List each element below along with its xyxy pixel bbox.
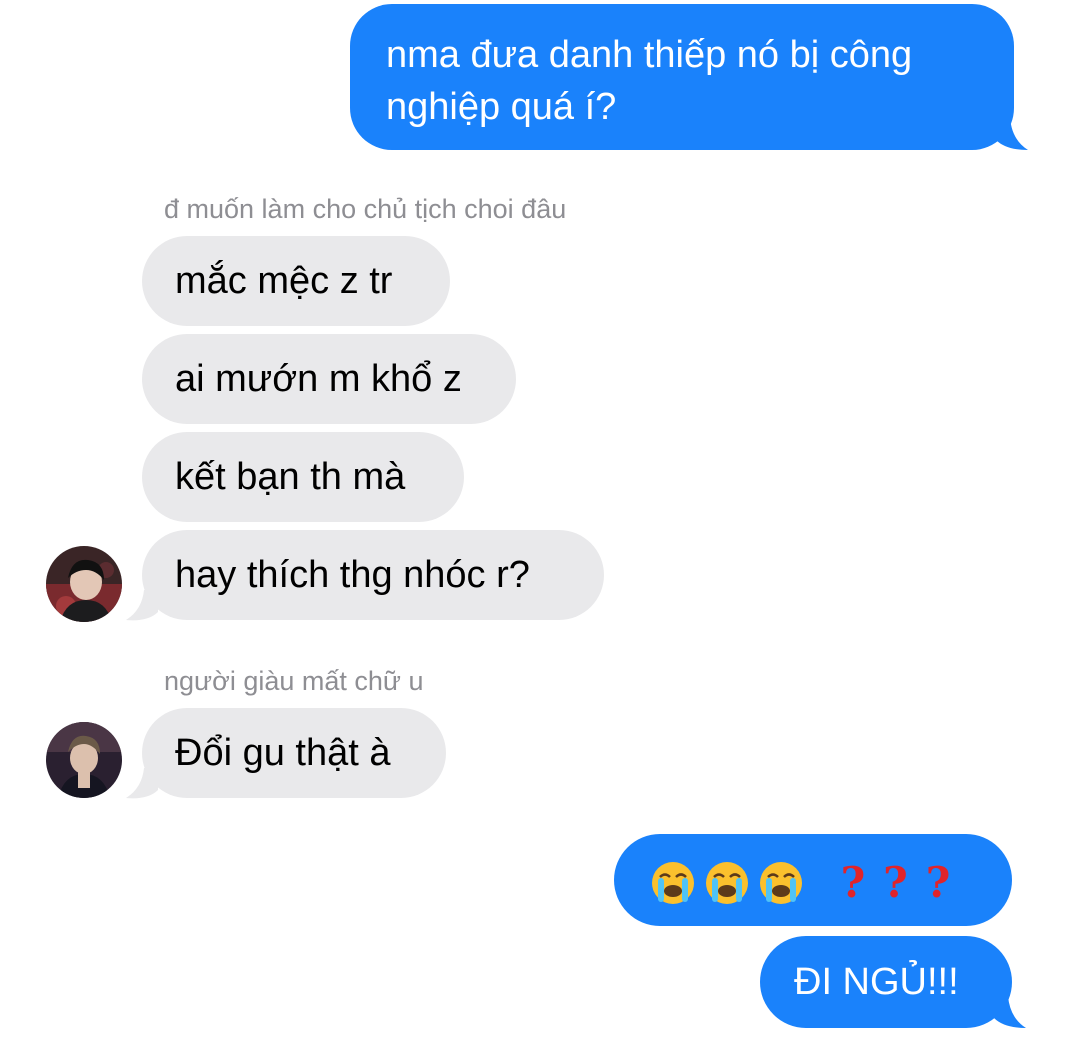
bubble-tail bbox=[996, 118, 1028, 150]
red-question-mark: ? bbox=[840, 857, 866, 907]
contact-avatar[interactable] bbox=[46, 722, 122, 798]
message-bubble-received[interactable]: kết bạn th mà bbox=[142, 432, 464, 522]
loudly-crying-face-icon bbox=[706, 861, 748, 904]
message-text: hay thích thg nhóc r? bbox=[175, 554, 530, 596]
avatar-photo-icon bbox=[46, 722, 122, 798]
loudly-crying-face-icon bbox=[760, 861, 802, 904]
message-bubble-received[interactable]: Đổi gu thật à bbox=[142, 708, 446, 798]
red-question-mark: ? bbox=[925, 857, 951, 907]
message-text: nma đưa danh thiếp nó bị công nghiệp quá… bbox=[386, 34, 913, 128]
message-text: ai mướn m khổ z bbox=[175, 358, 462, 400]
message-bubble-sent[interactable]: ??? bbox=[614, 834, 1012, 926]
message-bubble-received[interactable]: hay thích thg nhóc r? bbox=[142, 530, 604, 620]
contact-avatar[interactable] bbox=[46, 546, 122, 622]
message-bubble-received[interactable]: ai mướn m khổ z bbox=[142, 334, 516, 424]
message-text: ĐI NGỦ!!! bbox=[794, 961, 959, 1003]
emoji-row bbox=[650, 860, 823, 904]
bubble-tail bbox=[994, 996, 1026, 1028]
message-text: mắc mệc z tr bbox=[175, 260, 393, 302]
loudly-crying-face-icon bbox=[652, 861, 694, 904]
message-bubble-sent[interactable]: nma đưa danh thiếp nó bị công nghiệp quá… bbox=[350, 4, 1014, 150]
message-bubble-received[interactable]: mắc mệc z tr bbox=[142, 236, 450, 326]
red-question-mark: ? bbox=[883, 857, 908, 907]
message-bubble-sent[interactable]: ĐI NGỦ!!! bbox=[760, 936, 1012, 1028]
bubble-tail bbox=[126, 590, 158, 621]
avatar-photo-icon bbox=[46, 546, 122, 622]
sender-label: đ muốn làm cho chủ tịch choi đâu bbox=[164, 194, 567, 224]
bubble-tail bbox=[126, 768, 158, 799]
sender-label: người giàu mất chữ u bbox=[164, 666, 424, 696]
message-text: Đổi gu thật à bbox=[175, 732, 391, 774]
message-text: kết bạn th mà bbox=[175, 456, 406, 498]
